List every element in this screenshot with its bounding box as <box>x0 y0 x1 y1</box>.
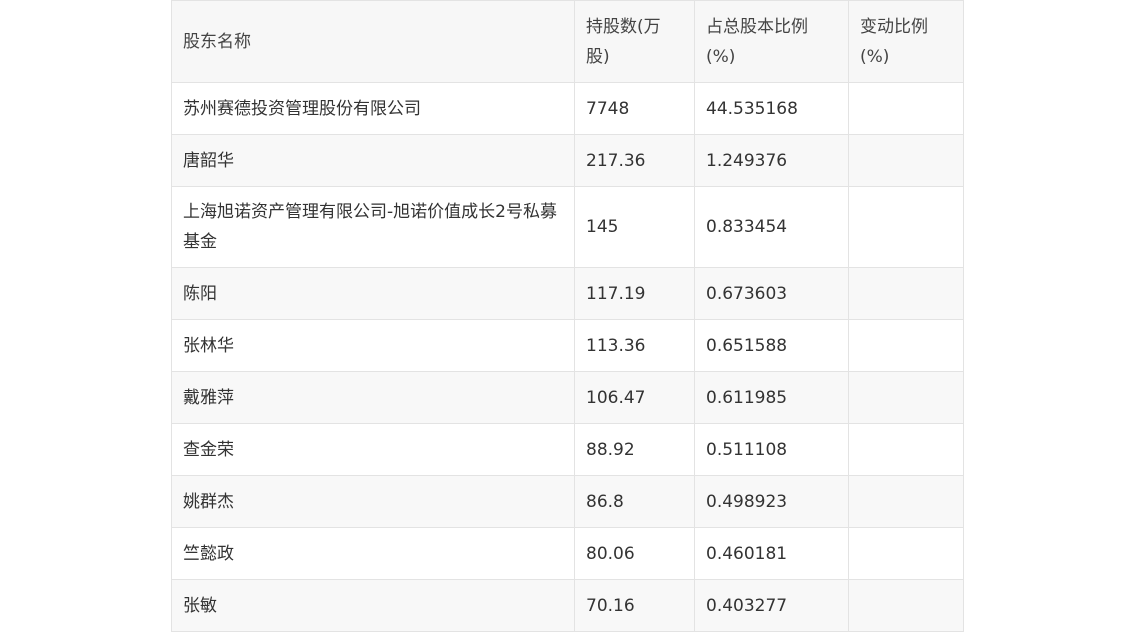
header-change-ratio: 变动比例(%) <box>848 0 964 83</box>
table-row: 查金荣 88.92 0.511108 <box>171 423 964 476</box>
cell-ratio: 0.833454 <box>694 186 849 268</box>
cell-ratio: 0.403277 <box>694 579 849 632</box>
header-shares-held: 持股数(万股) <box>574 0 695 83</box>
cell-change <box>848 475 964 528</box>
table-row: 上海旭诺资产管理有限公司-旭诺价值成长2号私募基金 145 0.833454 <box>171 186 964 268</box>
cell-shares: 113.36 <box>574 319 695 372</box>
cell-change <box>848 319 964 372</box>
cell-name: 竺懿政 <box>171 527 575 580</box>
cell-name: 苏州赛德投资管理股份有限公司 <box>171 82 575 135</box>
cell-ratio: 0.651588 <box>694 319 849 372</box>
table-row: 张敏 70.16 0.403277 <box>171 579 964 632</box>
cell-shares: 86.8 <box>574 475 695 528</box>
table-row: 姚群杰 86.8 0.498923 <box>171 475 964 528</box>
shareholder-table-container: 股东名称 持股数(万股) 占总股本比例(%) 变动比例(%) 苏州赛德投资管理股… <box>171 0 964 632</box>
cell-name: 戴雅萍 <box>171 371 575 424</box>
cell-name: 张林华 <box>171 319 575 372</box>
table-row: 竺懿政 80.06 0.460181 <box>171 527 964 580</box>
cell-change <box>848 423 964 476</box>
cell-name: 唐韶华 <box>171 134 575 187</box>
cell-shares: 217.36 <box>574 134 695 187</box>
cell-shares: 145 <box>574 186 695 268</box>
cell-name: 陈阳 <box>171 267 575 320</box>
table-row: 戴雅萍 106.47 0.611985 <box>171 371 964 424</box>
cell-change <box>848 527 964 580</box>
table-row: 唐韶华 217.36 1.249376 <box>171 134 964 187</box>
table-row: 张林华 113.36 0.651588 <box>171 319 964 372</box>
cell-ratio: 0.611985 <box>694 371 849 424</box>
table-row: 陈阳 117.19 0.673603 <box>171 267 964 320</box>
header-share-ratio: 占总股本比例(%) <box>694 0 849 83</box>
cell-name: 姚群杰 <box>171 475 575 528</box>
shareholder-table: 股东名称 持股数(万股) 占总股本比例(%) 变动比例(%) 苏州赛德投资管理股… <box>171 0 964 632</box>
cell-shares: 7748 <box>574 82 695 135</box>
cell-ratio: 0.673603 <box>694 267 849 320</box>
cell-change <box>848 82 964 135</box>
cell-name: 上海旭诺资产管理有限公司-旭诺价值成长2号私募基金 <box>171 186 575 268</box>
cell-change <box>848 371 964 424</box>
cell-change <box>848 186 964 268</box>
cell-shares: 106.47 <box>574 371 695 424</box>
cell-change <box>848 579 964 632</box>
table-header-row: 股东名称 持股数(万股) 占总股本比例(%) 变动比例(%) <box>171 0 964 83</box>
cell-name: 查金荣 <box>171 423 575 476</box>
cell-shares: 88.92 <box>574 423 695 476</box>
cell-change <box>848 134 964 187</box>
cell-name: 张敏 <box>171 579 575 632</box>
cell-ratio: 0.498923 <box>694 475 849 528</box>
cell-ratio: 0.511108 <box>694 423 849 476</box>
cell-shares: 70.16 <box>574 579 695 632</box>
cell-change <box>848 267 964 320</box>
table-row: 苏州赛德投资管理股份有限公司 7748 44.535168 <box>171 82 964 135</box>
cell-ratio: 0.460181 <box>694 527 849 580</box>
cell-ratio: 44.535168 <box>694 82 849 135</box>
cell-shares: 80.06 <box>574 527 695 580</box>
header-shareholder-name: 股东名称 <box>171 0 575 83</box>
cell-shares: 117.19 <box>574 267 695 320</box>
cell-ratio: 1.249376 <box>694 134 849 187</box>
